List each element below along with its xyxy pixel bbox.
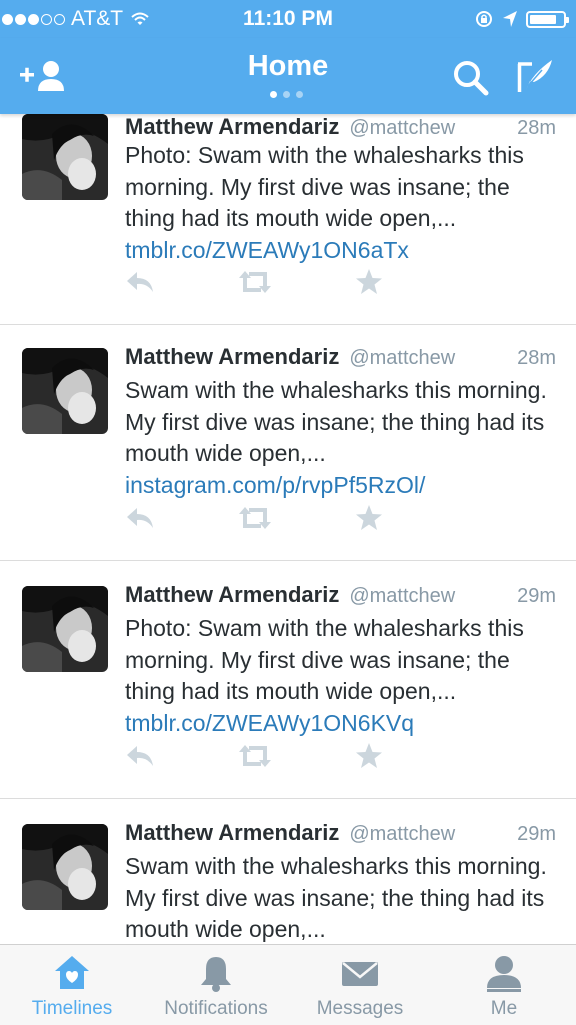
page-indicator	[270, 91, 303, 98]
tweet[interactable]: Matthew Armendariz @mattchew 28m Swam wi…	[0, 324, 576, 561]
tweet-actions	[125, 268, 425, 298]
tweet-text: Photo: Swam with the whalesharks this mo…	[125, 142, 524, 263]
favorite-star-icon[interactable]	[355, 504, 383, 532]
tweet-text: Swam with the whalesharks this morning. …	[125, 853, 547, 942]
author-handle[interactable]: @mattchew	[349, 585, 455, 608]
favorite-star-icon[interactable]	[355, 268, 383, 296]
timeline-feed[interactable]: Matthew Armendariz @mattchew 28m Photo: …	[0, 114, 576, 944]
avatar[interactable]	[22, 824, 108, 910]
tab-bar: Timelines Notifications Messages Me	[0, 944, 576, 1025]
tweet-timestamp: 29m	[517, 823, 556, 845]
rotation-lock-icon	[476, 11, 492, 27]
tab-messages[interactable]: Messages	[288, 945, 432, 1025]
battery-icon	[526, 10, 569, 28]
envelope-icon	[342, 962, 378, 986]
tab-label: Messages	[316, 998, 404, 1019]
retweet-icon[interactable]	[237, 504, 273, 532]
tweet-actions	[125, 504, 425, 534]
reply-icon[interactable]	[125, 504, 157, 532]
avatar[interactable]	[22, 586, 108, 672]
tab-notifications[interactable]: Notifications	[144, 945, 288, 1025]
search-icon[interactable]	[451, 58, 491, 98]
status-bar: AT&T 11:10 PM	[0, 0, 576, 38]
home-icon	[55, 956, 89, 989]
author-name[interactable]: Matthew Armendariz	[125, 582, 339, 608]
tweet-link[interactable]: tmblr.co/ZWEAWy1ON6aTx	[125, 237, 409, 263]
reply-icon[interactable]	[125, 742, 157, 770]
author-handle[interactable]: @mattchew	[349, 117, 455, 140]
author-handle[interactable]: @mattchew	[349, 347, 455, 370]
compose-tweet-icon[interactable]	[514, 56, 558, 100]
retweet-icon[interactable]	[237, 742, 273, 770]
nav-bar: Home	[0, 38, 576, 114]
tweet[interactable]: Matthew Armendariz @mattchew 28m Photo: …	[0, 114, 576, 325]
tab-label: Notifications	[164, 998, 268, 1019]
author-name[interactable]: Matthew Armendariz	[125, 820, 339, 846]
retweet-icon[interactable]	[237, 268, 273, 296]
tweet-link[interactable]: tmblr.co/ZWEAWy1ON6KVq	[125, 710, 414, 736]
tweet-timestamp: 29m	[517, 585, 556, 607]
person-icon	[487, 956, 521, 992]
tab-timelines[interactable]: Timelines	[0, 945, 144, 1025]
avatar[interactable]	[22, 348, 108, 434]
tweet-timestamp: 28m	[517, 347, 556, 369]
tweet-text: Swam with the whalesharks this morning. …	[125, 377, 547, 498]
favorite-star-icon[interactable]	[355, 742, 383, 770]
author-name[interactable]: Matthew Armendariz	[125, 114, 339, 140]
location-arrow-icon	[503, 11, 517, 27]
tweet[interactable]: Matthew Armendariz @mattchew 29m Photo: …	[0, 562, 576, 799]
author-handle[interactable]: @mattchew	[349, 823, 455, 846]
tab-label: Timelines	[31, 998, 113, 1019]
tab-label: Me	[490, 998, 518, 1019]
tab-me[interactable]: Me	[432, 945, 576, 1025]
author-name[interactable]: Matthew Armendariz	[125, 344, 339, 370]
avatar[interactable]	[22, 114, 108, 200]
tweet-timestamp: 28m	[517, 117, 556, 139]
tweet-link[interactable]: instagram.com/p/rvpPf5RzOl/	[125, 472, 425, 498]
tweet-text: Photo: Swam with the whalesharks this mo…	[125, 615, 524, 736]
tweet-actions	[125, 742, 425, 772]
tweet[interactable]: Matthew Armendariz @mattchew 29m Swam wi…	[0, 800, 576, 944]
bell-icon	[201, 957, 231, 992]
reply-icon[interactable]	[125, 268, 157, 296]
